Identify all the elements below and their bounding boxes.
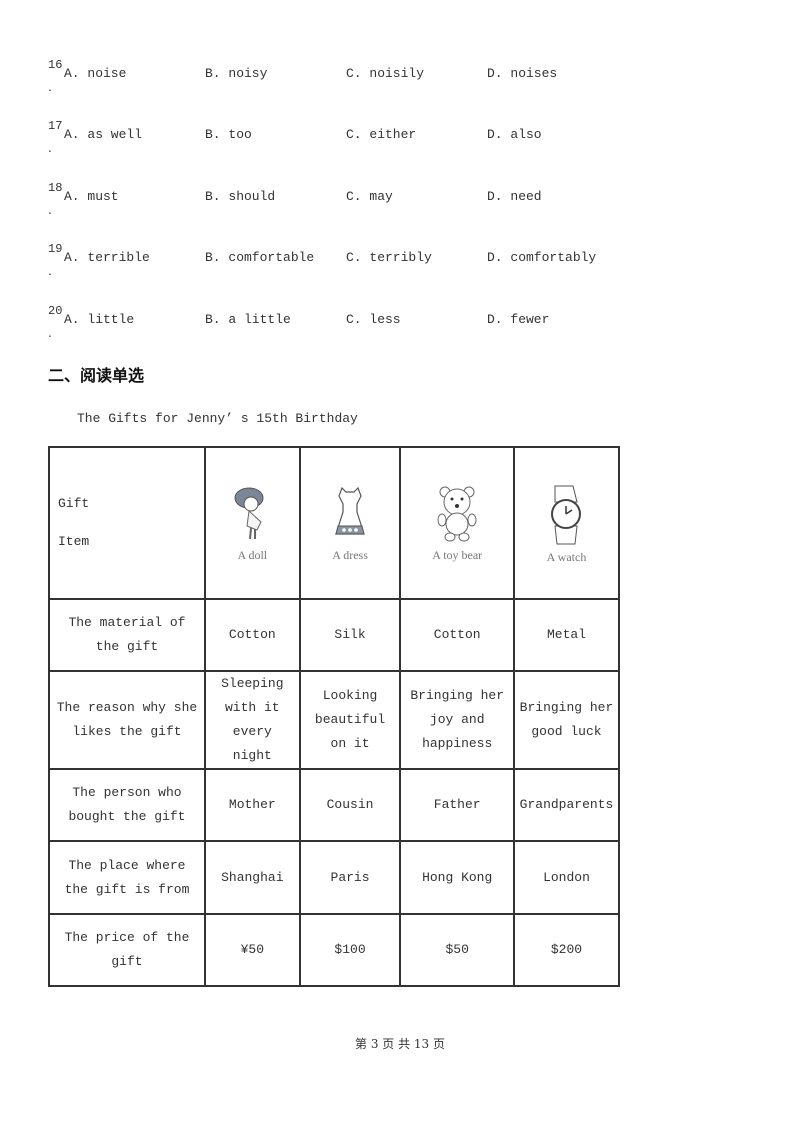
gift-caption: A toy bear bbox=[432, 548, 483, 562]
table-cell: Sleeping with it every night bbox=[203, 670, 301, 770]
option-a[interactable]: A. little bbox=[64, 312, 134, 327]
option-b[interactable]: B. too bbox=[205, 127, 252, 142]
section-title: 二、阅读单选 bbox=[48, 366, 145, 385]
question-17: 17 . A. as well B. too C. either D. also bbox=[48, 119, 668, 167]
option-c[interactable]: C. less bbox=[346, 312, 401, 327]
option-b[interactable]: B. noisy bbox=[205, 66, 267, 81]
option-a[interactable]: A. noise bbox=[64, 66, 126, 81]
option-c[interactable]: C. noisily bbox=[346, 66, 424, 81]
option-c[interactable]: C. may bbox=[346, 189, 393, 204]
option-b[interactable]: B. should bbox=[205, 189, 275, 204]
table-cell: Metal bbox=[512, 598, 621, 672]
table-cell: Looking beautiful on it bbox=[298, 670, 402, 770]
option-d[interactable]: D. fewer bbox=[487, 312, 549, 327]
question-18: 18 . A. must B. should C. may D. need bbox=[48, 181, 668, 229]
table-cell: Bringing her good luck bbox=[512, 670, 621, 770]
passage-title: The Gifts for Jenny’ s 15th Birthday bbox=[77, 411, 358, 426]
header-label-line2: Item bbox=[58, 534, 90, 549]
question-number: 16 bbox=[48, 58, 63, 72]
header-label-cell: Gift Item bbox=[48, 446, 206, 600]
option-d[interactable]: D. comfortably bbox=[487, 250, 596, 265]
gift-item-cell: A toy bear bbox=[399, 446, 515, 600]
table-cell: Father bbox=[399, 768, 515, 842]
row-label: The person who bought the gift bbox=[48, 768, 206, 842]
table-row: The price of the gift ¥50 $100 $50 $200 bbox=[48, 913, 621, 987]
gifts-table: Gift Item A doll A dress A toy bear A wa… bbox=[48, 446, 621, 987]
option-a[interactable]: A. as well bbox=[64, 127, 142, 142]
table-row: The material of the gift Cotton Silk Cot… bbox=[48, 598, 621, 672]
option-d[interactable]: D. noises bbox=[487, 66, 557, 81]
gift-item-cell: A watch bbox=[512, 446, 621, 600]
option-d[interactable]: D. also bbox=[487, 127, 542, 142]
table-cell: Bringing her joy and happiness bbox=[399, 670, 515, 770]
table-cell: Cotton bbox=[203, 598, 301, 672]
table-row: The place where the gift is from Shangha… bbox=[48, 840, 621, 915]
table-cell: London bbox=[512, 840, 621, 915]
question-number: 20 bbox=[48, 304, 63, 318]
row-label: The material of the gift bbox=[48, 598, 206, 672]
gift-caption: A dress bbox=[332, 548, 368, 562]
option-a[interactable]: A. must bbox=[64, 189, 119, 204]
doll-icon bbox=[234, 487, 264, 540]
option-c[interactable]: C. either bbox=[346, 127, 416, 142]
question-dot: . bbox=[48, 80, 52, 94]
table-cell: ¥50 bbox=[203, 913, 301, 987]
table-cell: $200 bbox=[512, 913, 621, 987]
header-label-line1: Gift bbox=[58, 496, 90, 511]
table-cell: $50 bbox=[399, 913, 515, 987]
row-label: The reason why she likes the gift bbox=[48, 670, 206, 770]
toy-bear-icon bbox=[437, 486, 477, 542]
table-cell: Silk bbox=[298, 598, 402, 672]
option-d[interactable]: D. need bbox=[487, 189, 542, 204]
question-number: 19 bbox=[48, 242, 63, 256]
table-cell: Mother bbox=[203, 768, 301, 842]
question-dot: . bbox=[48, 141, 52, 155]
table-header-row: Gift Item A doll A dress A toy bear A wa… bbox=[48, 446, 621, 600]
option-a[interactable]: A. terrible bbox=[64, 250, 150, 265]
table-row: The person who bought the gift Mother Co… bbox=[48, 768, 621, 842]
question-19: 19 . A. terrible B. comfortable C. terri… bbox=[48, 242, 668, 290]
table-cell: Cotton bbox=[399, 598, 515, 672]
gift-item-cell: A doll bbox=[203, 446, 301, 600]
table-cell: Paris bbox=[298, 840, 402, 915]
table-cell: Shanghai bbox=[203, 840, 301, 915]
question-dot: . bbox=[48, 264, 52, 278]
row-label: The place where the gift is from bbox=[48, 840, 206, 915]
table-row: The reason why she likes the gift Sleepi… bbox=[48, 670, 621, 770]
row-label: The price of the gift bbox=[48, 913, 206, 987]
gift-caption: A doll bbox=[237, 548, 268, 562]
page-footer: 第 3 页 共 13 页 bbox=[355, 1037, 445, 1051]
dress-icon bbox=[335, 486, 365, 535]
question-dot: . bbox=[48, 326, 52, 340]
table-cell: Hong Kong bbox=[399, 840, 515, 915]
question-16: 16 . A. noise B. noisy C. noisily D. noi… bbox=[48, 58, 668, 106]
table-cell: Grandparents bbox=[512, 768, 621, 842]
option-b[interactable]: B. comfortable bbox=[205, 250, 314, 265]
gift-item-cell: A dress bbox=[298, 446, 402, 600]
question-number: 18 bbox=[48, 181, 63, 195]
table-cell: $100 bbox=[298, 913, 402, 987]
question-20: 20 . A. little B. a little C. less D. fe… bbox=[48, 304, 668, 352]
table-cell: Cousin bbox=[298, 768, 402, 842]
option-c[interactable]: C. terribly bbox=[346, 250, 432, 265]
option-b[interactable]: B. a little bbox=[205, 312, 291, 327]
gift-caption: A watch bbox=[546, 550, 587, 564]
watch-icon bbox=[551, 485, 582, 545]
question-number: 17 bbox=[48, 119, 63, 133]
question-dot: . bbox=[48, 203, 52, 217]
